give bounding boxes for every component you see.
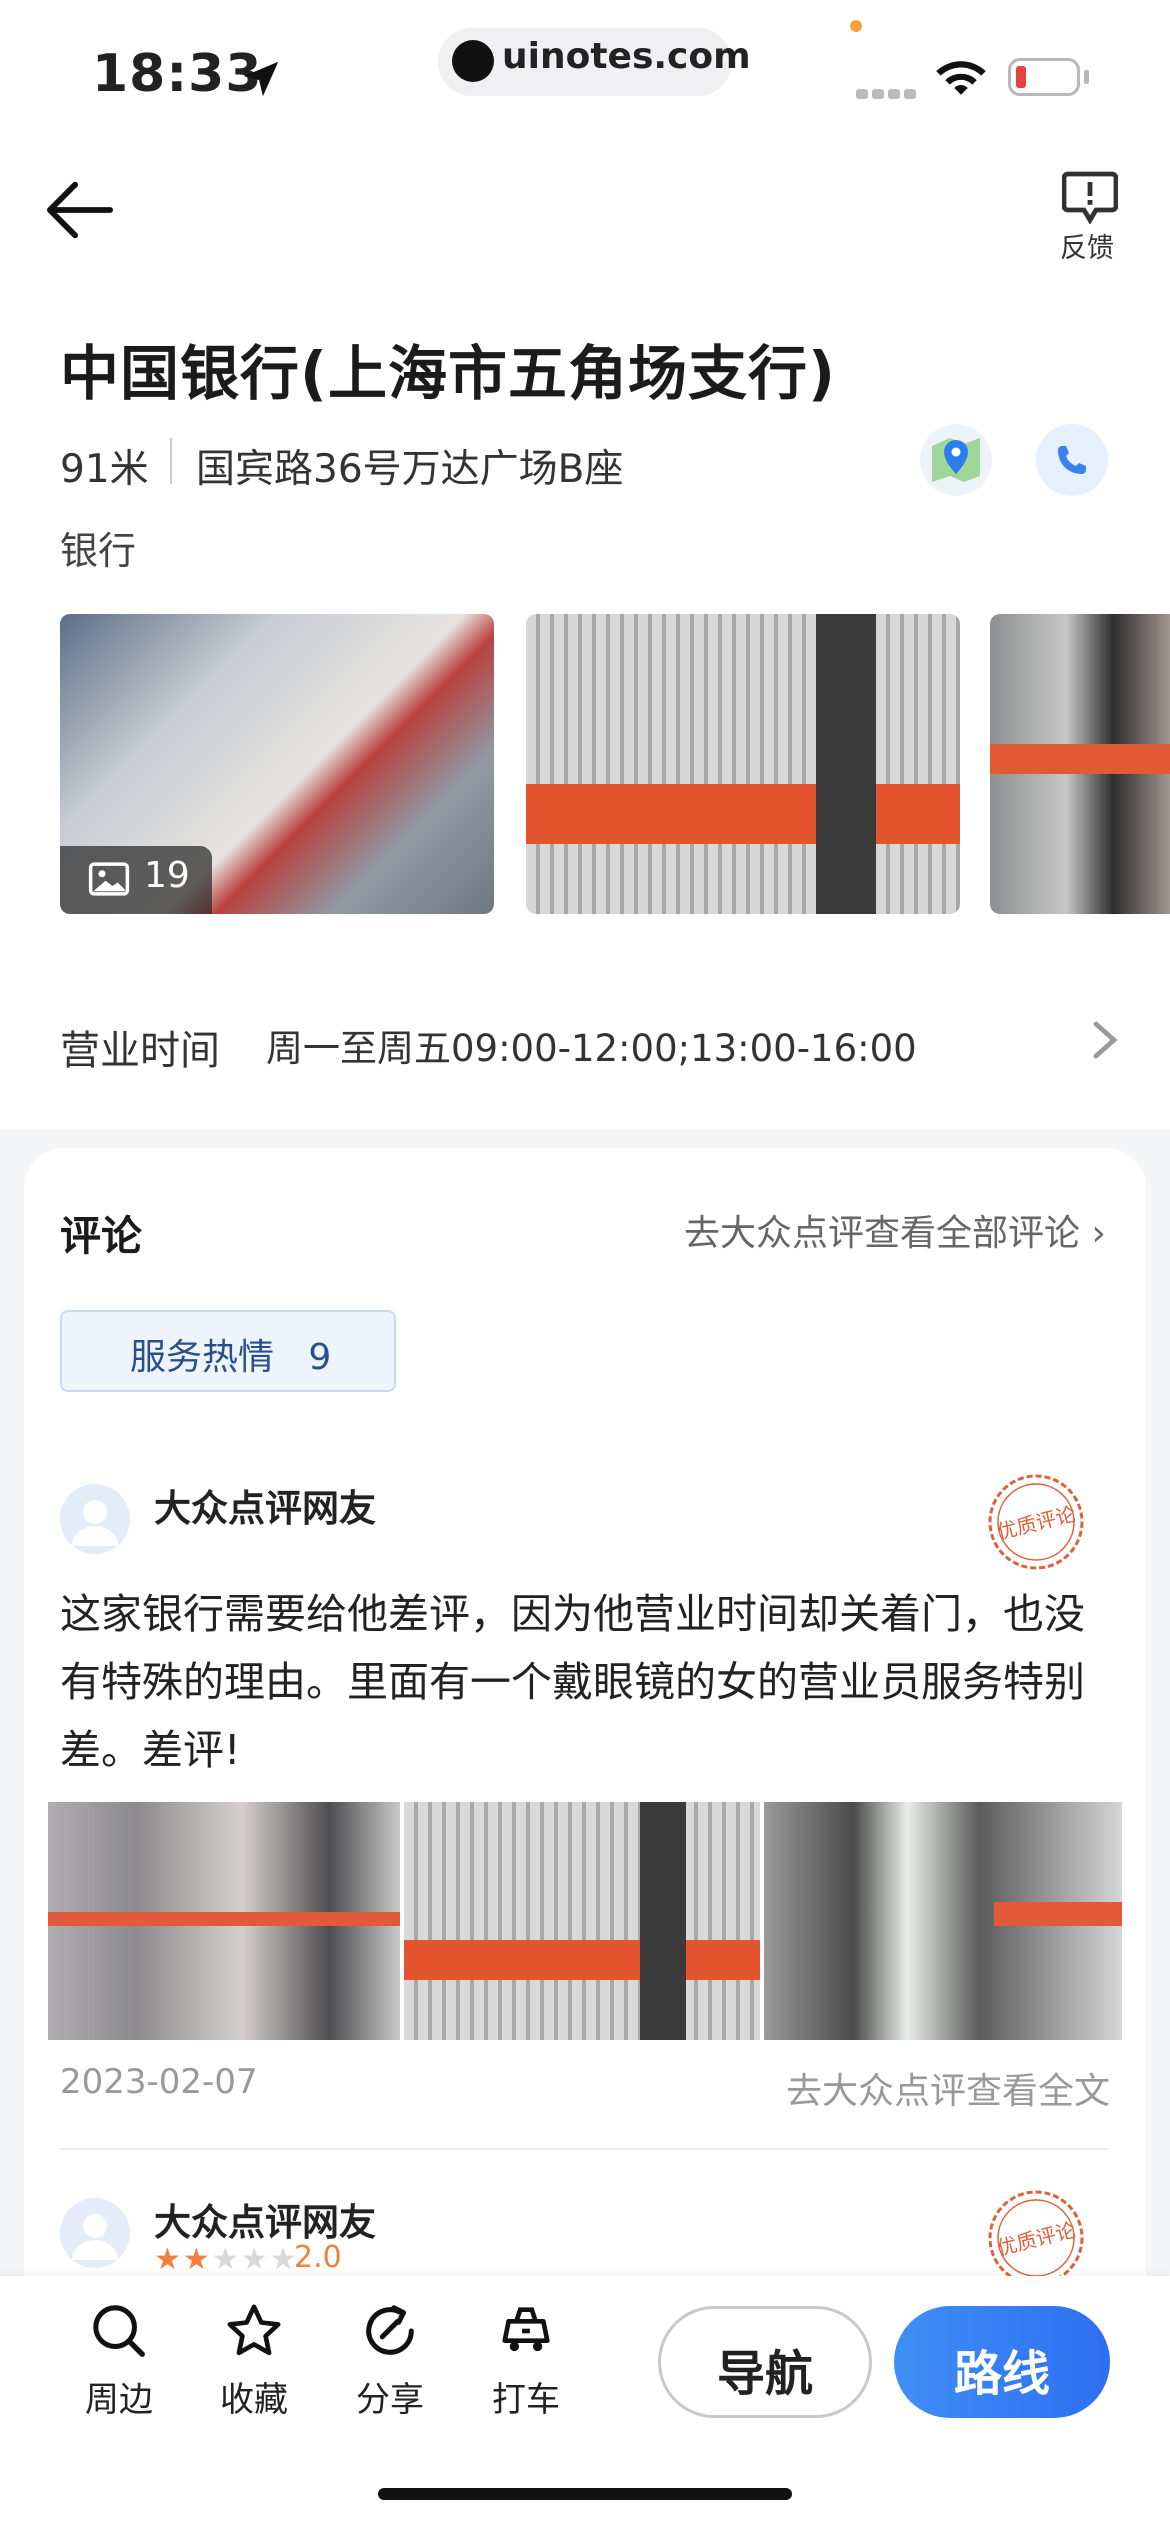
star-icon[interactable] xyxy=(225,2302,283,2360)
image-icon xyxy=(88,862,130,896)
cellular-signal-icon xyxy=(856,84,920,103)
quality-review-label: 优质评论 xyxy=(995,2218,1078,2261)
poi-photo-3[interactable] xyxy=(990,614,1170,914)
review-username: 大众点评网友 xyxy=(154,1487,376,1530)
review-date: 2023-02-07 xyxy=(60,2062,258,2102)
star-filled-icon: ★ xyxy=(154,2242,183,2277)
toolbar-taxi-label[interactable]: 打车 xyxy=(471,2372,581,2421)
star-empty-icon: ★ xyxy=(240,2242,270,2277)
review-tag-label: 服务热情 9 xyxy=(130,1328,331,1380)
tag-count: 9 xyxy=(308,1337,332,1378)
toolbar-share-label[interactable]: 分享 xyxy=(335,2372,445,2421)
review-divider xyxy=(60,2148,1110,2150)
quality-review-stamp: 优质评论 xyxy=(988,1474,1084,1570)
star-rating: ★★★★★ xyxy=(154,2242,299,2277)
hours-label: 营业时间 xyxy=(60,1028,220,1074)
toolbar-favorite-label[interactable]: 收藏 xyxy=(199,2372,309,2421)
battery-level xyxy=(1016,66,1026,88)
home-indicator[interactable] xyxy=(378,2488,792,2500)
search-icon[interactable] xyxy=(90,2302,148,2360)
feedback-icon[interactable] xyxy=(1062,170,1118,224)
feedback-label[interactable]: 反馈 xyxy=(1060,226,1114,265)
battery-tip xyxy=(1084,70,1089,84)
poi-title: 中国银行(上海市五角场支行) xyxy=(60,339,836,408)
map-pin-icon xyxy=(932,438,980,482)
review-photo-3[interactable] xyxy=(764,1802,1122,2040)
poi-distance: 91米 xyxy=(60,447,149,492)
rating-value: 2.0 xyxy=(294,2240,342,2275)
privacy-indicator-dot xyxy=(850,20,862,32)
wifi-icon xyxy=(936,61,986,95)
review-text: 这家银行需要给他差评，因为他营业时间却关着门，也没有特殊的理由。里面有一个戴眼镜… xyxy=(60,1590,1085,1774)
avatar xyxy=(60,1484,130,1554)
user-avatar-icon xyxy=(72,2214,118,2260)
map-locate-button[interactable] xyxy=(920,424,992,496)
url-text: uinotes.com xyxy=(502,36,751,77)
back-arrow-icon[interactable] xyxy=(44,180,114,240)
toolbar-nearby-label[interactable]: 周边 xyxy=(64,2372,174,2421)
review-photo-1[interactable] xyxy=(48,1802,400,2040)
view-full-review-link[interactable]: 去大众点评查看全文 xyxy=(786,2062,1110,2114)
site-logo-icon xyxy=(452,40,494,82)
poi-address: 国宾路36号万达广场B座 xyxy=(196,447,624,492)
taxi-icon[interactable] xyxy=(497,2302,555,2360)
avatar xyxy=(60,2198,130,2268)
location-arrow-icon xyxy=(243,61,279,97)
photo-count: 19 xyxy=(144,855,190,896)
tag-label-text: 服务热情 xyxy=(130,1337,275,1378)
share-icon[interactable] xyxy=(361,2302,419,2360)
poi-category: 银行 xyxy=(60,529,137,573)
distance-separator xyxy=(170,438,172,484)
status-time: 18:33 xyxy=(92,44,263,104)
poi-photo-2[interactable] xyxy=(526,614,960,914)
hours-value[interactable]: 周一至周五09:00-12:00;13:00-16:00 xyxy=(266,1018,917,1072)
review-username: 大众点评网友 xyxy=(154,2201,376,2244)
route-button-label[interactable]: 路线 xyxy=(894,2334,1110,2404)
review-photo-2[interactable] xyxy=(404,1802,760,2040)
reviews-title: 评论 xyxy=(60,1212,142,1260)
user-avatar-icon xyxy=(72,1500,118,1546)
star-filled-icon: ★ xyxy=(182,2242,212,2277)
navigate-button-label[interactable]: 导航 xyxy=(658,2334,872,2404)
view-all-reviews-link[interactable]: 去大众点评查看全部评论 › xyxy=(684,1204,1106,1256)
quality-review-label: 优质评论 xyxy=(995,1502,1078,1545)
phone-icon xyxy=(1058,446,1086,474)
chevron-right-icon[interactable] xyxy=(1092,1020,1118,1060)
call-button[interactable] xyxy=(1036,424,1108,496)
star-empty-icon: ★ xyxy=(211,2242,241,2277)
quality-review-stamp: 优质评论 xyxy=(988,2190,1084,2286)
